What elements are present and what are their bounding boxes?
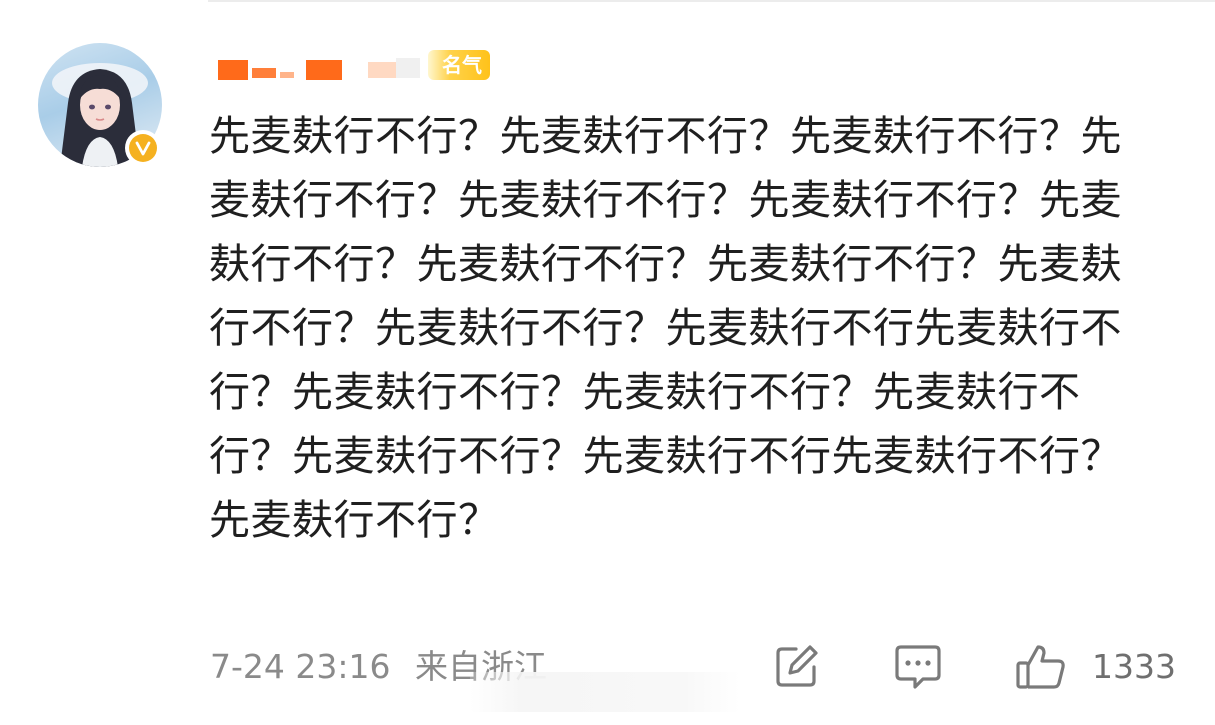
- username-redacted: [396, 58, 420, 78]
- username-redacted: [306, 60, 342, 80]
- watermark: [470, 672, 740, 712]
- like-count: 1333: [1092, 647, 1176, 686]
- comment-icon: [895, 645, 941, 689]
- like-button[interactable]: 1333: [1014, 643, 1176, 691]
- username-redacted: [218, 60, 248, 80]
- thumbs-up-icon: [1016, 645, 1065, 689]
- comment-button[interactable]: [893, 643, 943, 691]
- edit-icon: [776, 645, 818, 687]
- top-divider: [208, 0, 1215, 2]
- username-redacted: [280, 72, 294, 78]
- comment-timestamp: 7-24 23:16: [210, 647, 391, 686]
- comment-text: 先麦麸行不行？先麦麸行不行？先麦麸行不行？先麦麸行不行？先麦麸行不行？先麦麸行不…: [209, 112, 1122, 544]
- username[interactable]: 名气: [218, 48, 508, 84]
- edit-button[interactable]: [772, 643, 820, 691]
- fame-badge[interactable]: 名气: [428, 50, 490, 80]
- verified-badge-icon: [125, 130, 161, 166]
- username-redacted: [252, 68, 276, 78]
